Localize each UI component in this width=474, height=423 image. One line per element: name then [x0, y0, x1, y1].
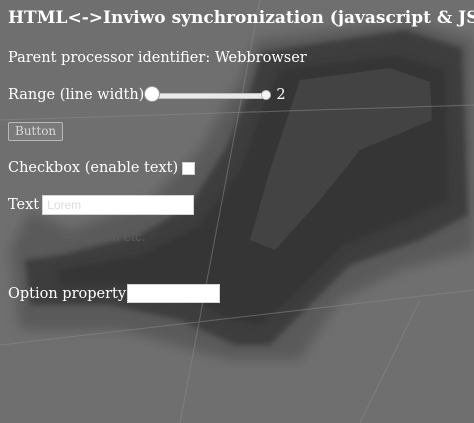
range-value: 2 [276, 87, 286, 103]
option-row: Option property [8, 284, 221, 303]
line-width-slider[interactable] [144, 86, 272, 103]
text-row: Text [8, 195, 195, 215]
slider-end-marker [261, 90, 272, 100]
slider-track[interactable] [146, 93, 269, 99]
rendered-text: Lorem ipsum etc. [42, 229, 146, 244]
option-property-select[interactable] [127, 284, 221, 303]
enable-text-checkbox[interactable] [182, 161, 196, 175]
page-title: HTML<->Inviwo synchronization (javascrip… [8, 8, 474, 28]
inviwo-canvas[interactable]: HTML<->Inviwo synchronization (javascrip… [0, 0, 474, 423]
range-label: Range (line width) [8, 87, 145, 103]
checkbox-row: Checkbox (enable text) [8, 160, 196, 176]
option-label: Option property [8, 285, 127, 302]
text-label: Text [8, 197, 40, 213]
slider-thumb[interactable] [144, 86, 161, 102]
parent-processor-label: Parent processor identifier: Webbrowser [8, 50, 307, 66]
button[interactable]: Button [8, 122, 64, 141]
range-row: Range (line width) 2 [8, 86, 286, 103]
checkbox-label: Checkbox (enable text) [8, 160, 179, 176]
html-overlay: HTML<->Inviwo synchronization (javascrip… [0, 0, 474, 423]
text-input[interactable] [42, 195, 195, 215]
